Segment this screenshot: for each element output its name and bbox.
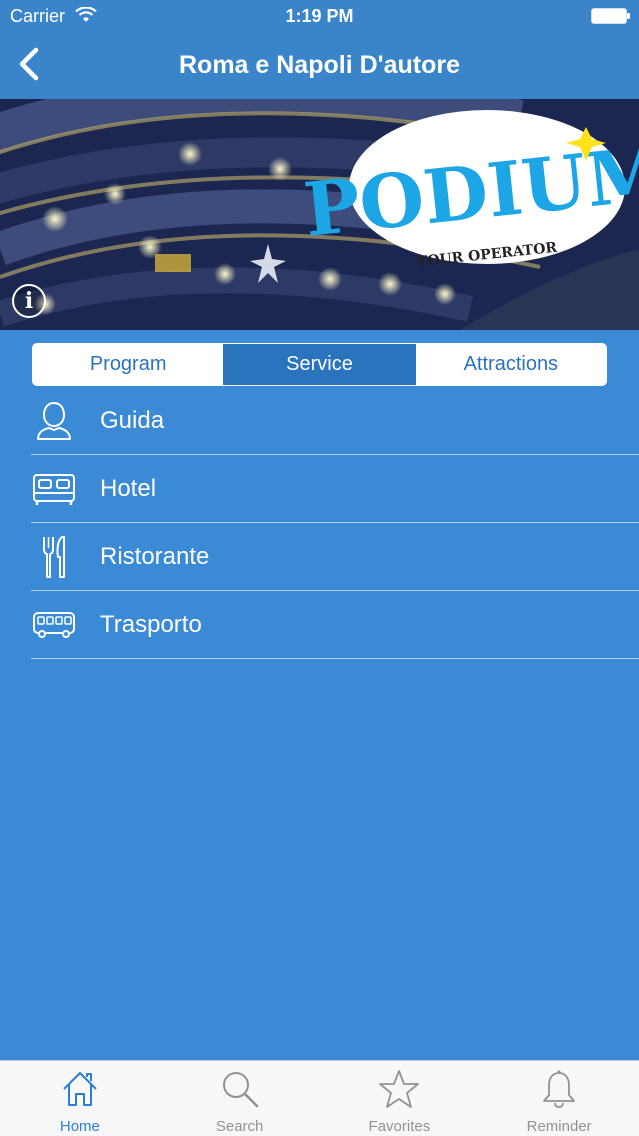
segment-program[interactable]: Program [33,344,224,385]
list-item-label: Guida [100,407,164,435]
tab-bar: Home Search Favorites Reminder [0,1060,639,1136]
bell-icon [539,1069,579,1109]
divider [31,658,639,659]
home-icon [60,1069,100,1109]
tab-label: Reminder [479,1118,639,1135]
bed-icon [32,467,76,511]
tab-home[interactable]: Home [0,1061,160,1136]
battery-icon [591,8,631,24]
segmented-control: Program Service Attractions [32,343,607,386]
fork-knife-icon [32,535,76,579]
segment-service[interactable]: Service [224,344,415,385]
status-time: 1:19 PM [0,6,639,27]
star-icon [379,1069,419,1109]
app-header: Carrier 1:19 PM Roma e Napoli D'autore [0,0,639,99]
service-list: Guida Hotel Ristorante [0,387,639,659]
list-item-hotel[interactable]: Hotel [0,455,639,523]
page-title: Roma e Napoli D'autore [0,51,639,80]
segment-attractions[interactable]: Attractions [416,344,606,385]
tab-search[interactable]: Search [160,1061,320,1136]
info-button[interactable]: i [12,284,46,318]
tab-favorites[interactable]: Favorites [320,1061,480,1136]
tab-label: Favorites [320,1118,480,1135]
list-item-label: Trasporto [100,611,202,639]
person-icon [32,399,76,443]
bus-icon [32,603,76,647]
spiral-staircase-photo: PODIUM TOUR OPERATOR [0,99,639,330]
list-item-guida[interactable]: Guida [0,387,639,455]
list-item-label: Hotel [100,475,156,503]
tab-label: Home [0,1118,160,1135]
tab-reminder[interactable]: Reminder [479,1061,639,1136]
status-bar: Carrier 1:19 PM [0,0,639,34]
list-item-trasporto[interactable]: Trasporto [0,591,639,659]
tab-label: Search [160,1118,320,1135]
banner-image: PODIUM TOUR OPERATOR [0,99,639,330]
info-icon: i [25,288,33,314]
search-icon [220,1069,260,1109]
list-item-ristorante[interactable]: Ristorante [0,523,639,591]
list-item-label: Ristorante [100,543,209,571]
navigation-bar: Roma e Napoli D'autore [0,34,639,99]
